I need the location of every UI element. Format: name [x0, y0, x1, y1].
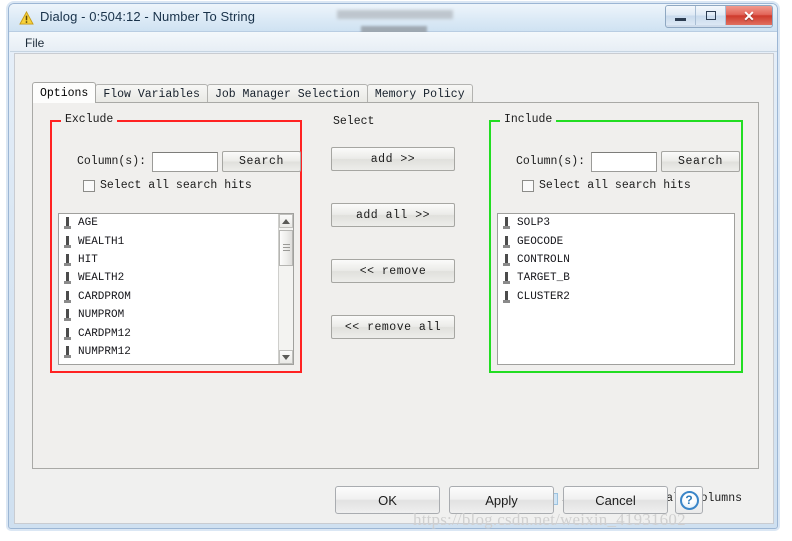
title-bar: Dialog - 0:504:12 - Number To String ✕	[9, 4, 777, 36]
dialog-footer: OK Apply Cancel ?	[15, 54, 773, 523]
minimize-button[interactable]	[666, 6, 696, 25]
screenshot-root: Dialog - 0:504:12 - Number To String ✕ F…	[0, 0, 792, 541]
warning-triangle-icon	[19, 11, 34, 25]
watermark-text: https://blog.csdn.net/weixin_41931602	[413, 510, 686, 529]
question-mark-icon: ?	[679, 490, 699, 510]
window-controls: ✕	[665, 5, 773, 28]
menu-bar: File	[10, 32, 777, 52]
tab-options[interactable]: Options	[32, 82, 97, 103]
redacted-title-region-top	[337, 10, 453, 19]
maximize-icon	[705, 11, 716, 20]
close-button[interactable]: ✕	[726, 6, 772, 25]
menu-item-file[interactable]: File	[20, 35, 49, 51]
maximize-button[interactable]	[696, 6, 726, 25]
dialog-window: Dialog - 0:504:12 - Number To String ✕ F…	[8, 3, 778, 529]
include-panel-title: Include	[500, 113, 557, 126]
window-title: Dialog - 0:504:12 - Number To String	[40, 9, 256, 24]
exclude-panel-title: Exclude	[61, 113, 118, 126]
minimize-icon	[675, 17, 686, 21]
close-icon: ✕	[743, 7, 755, 24]
dialog-client-area: Options Flow Variables Job Manager Selec…	[14, 53, 774, 524]
